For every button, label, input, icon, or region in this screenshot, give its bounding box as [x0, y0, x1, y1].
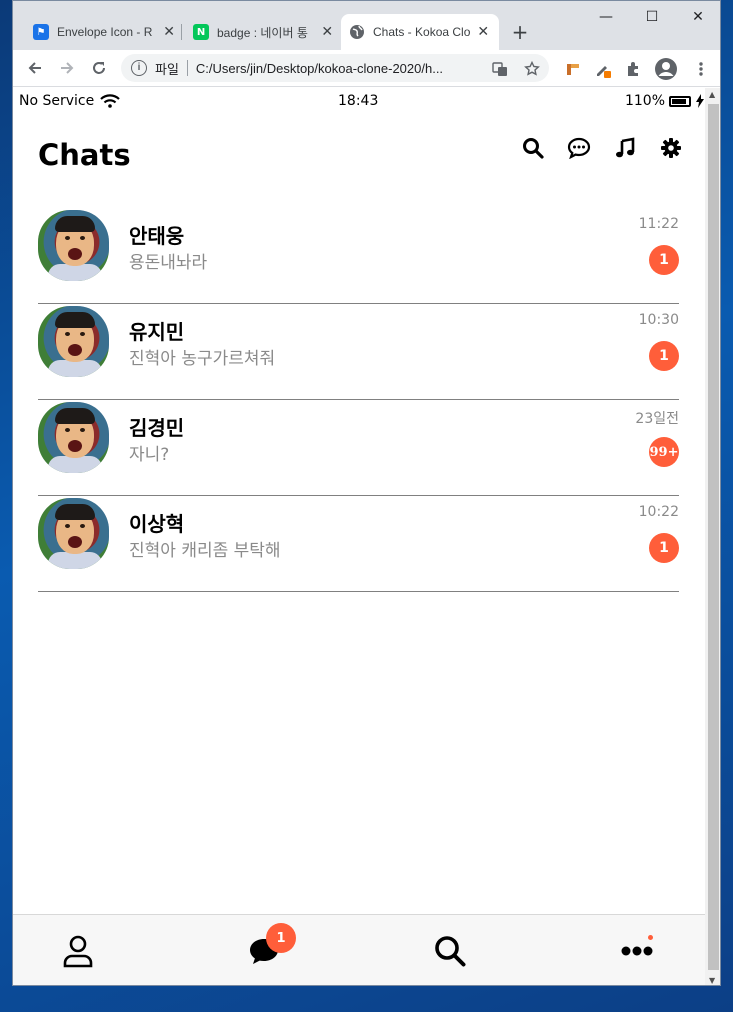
window-close-button[interactable]: ✕: [675, 9, 720, 25]
address-bar[interactable]: i 파일 C:/Users/jin/Desktop/kokoa-clone-20…: [121, 54, 549, 82]
forward-button[interactable]: [55, 56, 79, 80]
wifi-icon: [100, 94, 120, 108]
more-icon: [621, 946, 653, 956]
user-icon: [63, 935, 93, 968]
status-right: 110%: [625, 93, 705, 109]
translate-icon[interactable]: [491, 60, 509, 78]
browser-window: ⚑ Envelope Icon - R ✕ N badge : 네이버 통 ✕ …: [12, 0, 721, 986]
tab-title: badge : 네이버 통: [217, 25, 308, 40]
tab-chats-kokoa[interactable]: Chats - Kokoa Clo ✕: [341, 14, 499, 50]
chat-time: 23일전: [635, 411, 679, 427]
avatar: [38, 306, 109, 377]
scroll-down-arrow-icon[interactable]: ▼: [709, 976, 715, 985]
tab-more[interactable]: [617, 931, 657, 971]
menu-kebab-icon[interactable]: [691, 59, 711, 79]
arrow-left-icon: [28, 62, 41, 74]
tab-strip: ⚑ Envelope Icon - R ✕ N badge : 네이버 통 ✕ …: [13, 1, 720, 50]
tab-badge-naver[interactable]: N badge : 네이버 통 ✕: [185, 14, 343, 50]
gear-icon[interactable]: [659, 136, 683, 160]
status-time: 18:43: [338, 93, 379, 109]
unread-badge: 1: [649, 245, 679, 275]
close-icon[interactable]: ✕: [320, 24, 335, 40]
search-icon: [435, 936, 466, 967]
extension-ruler-icon[interactable]: [563, 59, 583, 79]
avatar: [38, 402, 109, 473]
browser-toolbar: i 파일 C:/Users/jin/Desktop/kokoa-clone-20…: [13, 50, 720, 87]
music-icon[interactable]: [613, 136, 637, 160]
chats-badge: 1: [266, 923, 296, 953]
page-viewport: No Service 18:43 110% Chats 안태웅 용돈내놔라 11…: [13, 88, 705, 985]
avatar: [38, 210, 109, 281]
chat-preview: 자니?: [129, 445, 170, 465]
tab-title: Envelope Icon - R: [57, 25, 153, 39]
chat-bubble-icon[interactable]: [567, 136, 591, 160]
status-bar: No Service 18:43 110%: [13, 88, 705, 114]
chats-header: Chats: [38, 136, 683, 178]
chat-preview: 진혁아 농구가르쳐줘: [129, 349, 276, 369]
avatar: [38, 498, 109, 569]
unread-badge: 1: [649, 341, 679, 371]
bottom-tab-bar: 1: [13, 914, 705, 985]
omnibox-divider: [186, 60, 188, 76]
extension-eyedropper-icon[interactable]: [593, 59, 613, 79]
page-scrollbar[interactable]: ▲ ▼: [705, 88, 720, 985]
chat-time: 10:30: [638, 312, 679, 328]
reload-button[interactable]: [87, 56, 111, 80]
chat-time: 10:22: [638, 504, 679, 520]
maximize-button[interactable]: ☐: [629, 9, 675, 25]
back-button[interactable]: [23, 56, 47, 80]
chat-row[interactable]: 김경민 자니? 23일전 99+: [38, 400, 679, 496]
tab-friends[interactable]: [58, 931, 98, 971]
tab-chats[interactable]: 1: [244, 923, 296, 971]
unread-badge: 1: [649, 533, 679, 563]
chat-row[interactable]: 이상혁 진혁아 캐리좀 부탁해 10:22 1: [38, 496, 679, 592]
scroll-up-arrow-icon[interactable]: ▲: [709, 90, 715, 99]
chat-preview: 용돈내놔라: [129, 253, 208, 273]
extensions-puzzle-icon[interactable]: [623, 59, 643, 79]
close-icon[interactable]: ✕: [476, 24, 491, 40]
charging-bolt-icon: [696, 94, 704, 108]
chat-name: 유지민: [129, 320, 185, 344]
profile-avatar-icon[interactable]: [653, 56, 679, 82]
naver-icon: N: [193, 24, 209, 40]
chat-name: 이상혁: [129, 512, 185, 536]
search-icon[interactable]: [521, 136, 545, 160]
url-text[interactable]: C:/Users/jin/Desktop/kokoa-clone-2020/h.…: [196, 61, 466, 76]
chat-row[interactable]: 유지민 진혁아 농구가르쳐줘 10:30 1: [38, 304, 679, 400]
minimize-button[interactable]: —: [583, 9, 629, 25]
carrier-text: No Service: [19, 93, 95, 109]
chat-time: 11:22: [638, 216, 679, 232]
header-actions: [521, 136, 683, 160]
notification-dot: [648, 935, 653, 940]
tab-search[interactable]: [430, 931, 470, 971]
close-icon[interactable]: ✕: [161, 24, 177, 40]
chat-row[interactable]: 안태웅 용돈내놔라 11:22 1: [38, 208, 679, 304]
scrollbar-thumb[interactable]: [708, 104, 719, 970]
tab-divider: [181, 24, 182, 40]
info-icon[interactable]: i: [131, 60, 147, 76]
arrow-right-icon: [61, 62, 74, 74]
battery-icon: [669, 95, 691, 107]
reload-icon: [93, 62, 105, 74]
page-title: Chats: [38, 138, 131, 172]
tab-title: Chats - Kokoa Clo: [373, 25, 470, 39]
chat-name: 안태웅: [129, 224, 185, 248]
tab-envelope-icon[interactable]: ⚑ Envelope Icon - R ✕: [25, 14, 185, 50]
globe-icon: [349, 24, 365, 40]
star-icon[interactable]: [523, 60, 541, 78]
chat-list: 안태웅 용돈내놔라 11:22 1 유지민 진혁아 농구가르쳐줘 10:30 1…: [38, 208, 679, 592]
unread-badge: 99+: [649, 437, 679, 467]
chat-preview: 진혁아 캐리좀 부탁해: [129, 541, 281, 561]
protocol-label: 파일: [155, 61, 179, 77]
battery-percent: 110%: [624, 93, 665, 109]
new-tab-button[interactable]: +: [510, 21, 530, 43]
status-left: No Service: [19, 93, 120, 109]
chat-name: 김경민: [129, 416, 185, 440]
flag-icon: ⚑: [33, 24, 49, 40]
